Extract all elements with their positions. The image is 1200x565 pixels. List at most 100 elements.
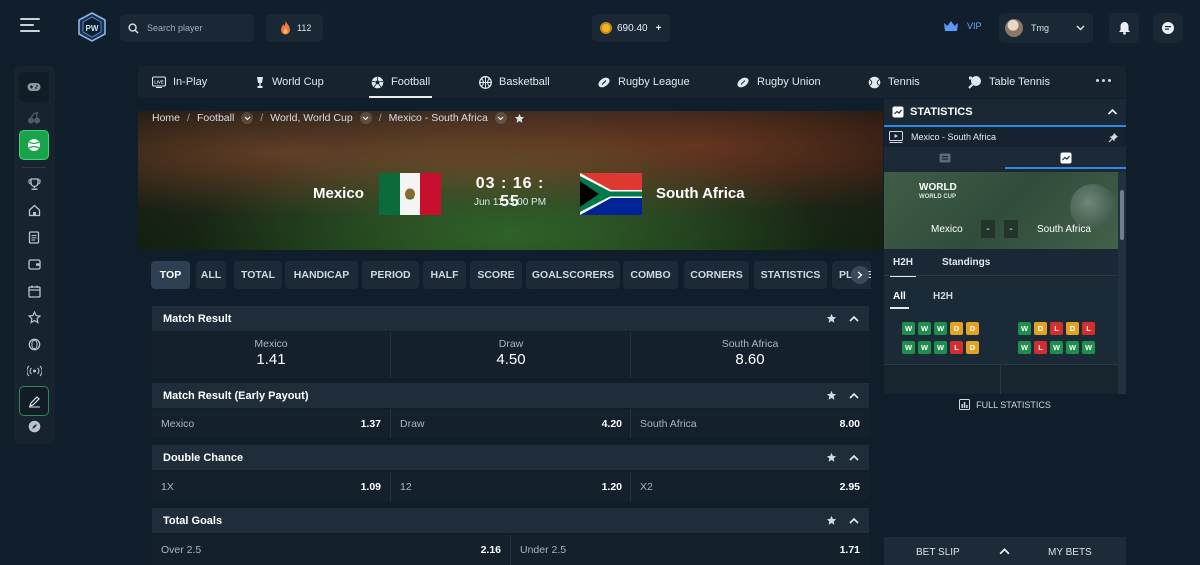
full-statistics-link[interactable]: FULL STATISTICS (884, 399, 1126, 410)
chevron-up-icon[interactable] (1107, 108, 1118, 115)
chevron-down-icon[interactable] (494, 112, 507, 124)
market-tab-top[interactable]: TOP (151, 261, 190, 289)
market-tab-half[interactable]: HALF (423, 261, 466, 289)
rail-favourites[interactable] (24, 307, 44, 327)
outcome-odds: 1.71 (839, 544, 860, 556)
odds-button[interactable]: Draw 4.20 (391, 409, 631, 438)
search-icon (128, 22, 139, 34)
sport-tab-rugby-league[interactable]: Rugby League (597, 66, 690, 98)
my-bets-button[interactable]: MY BETS (1048, 547, 1092, 558)
bet-slip-button[interactable]: BET SLIP (916, 547, 960, 558)
menu-icon[interactable] (20, 18, 40, 36)
market-title: Match Result (Early Payout) (163, 389, 309, 402)
search-box[interactable] (120, 14, 254, 42)
odds-button[interactable]: South Africa 8.60 (631, 332, 869, 378)
rail-trophy[interactable] (24, 174, 44, 194)
sport-tab-tennis[interactable]: Tennis (868, 66, 920, 98)
market-tab-all[interactable]: ALL (196, 261, 226, 289)
svg-text:LIVE: LIVE (154, 79, 164, 84)
market-tab-score[interactable]: SCORE (470, 261, 522, 289)
chevron-down-icon[interactable] (241, 112, 254, 124)
rail-explore[interactable] (24, 416, 44, 436)
chevron-up-icon[interactable] (999, 547, 1010, 555)
h2h-subtab-h2h[interactable]: H2H (933, 291, 953, 302)
more-sports-button[interactable] (1096, 79, 1111, 82)
stats-chart-icon (892, 106, 904, 118)
sport-tab-table-tennis[interactable]: Table Tennis (968, 66, 1050, 98)
market-tab-handicap[interactable]: HANDICAP (285, 261, 358, 289)
rail-home[interactable] (24, 200, 44, 220)
market-title: Total Goals (163, 514, 223, 527)
chevron-down-icon[interactable] (359, 112, 372, 124)
sport-tab-label: Tennis (888, 76, 920, 88)
sport-tab-rugby-union[interactable]: Rugby Union (736, 66, 821, 98)
market-tab-total[interactable]: TOTAL (234, 261, 282, 289)
rail-wallet[interactable] (24, 254, 44, 274)
user-menu[interactable]: Tmg (999, 13, 1093, 43)
deposit-button[interactable]: + (656, 23, 662, 34)
breadcrumb-sport[interactable]: Football (197, 112, 234, 124)
rewards-button[interactable]: 112 (266, 14, 323, 42)
odds-button[interactable]: Under 2.5 1.71 (511, 535, 869, 565)
sport-tab-world-cup[interactable]: World Cup (255, 66, 324, 98)
kickoff-time: Jun 11, 3:00 PM (473, 197, 547, 208)
market-header-total-goals[interactable]: Total Goals (152, 508, 869, 533)
notifications-button[interactable] (1109, 13, 1139, 43)
breadcrumb-league[interactable]: World, World Cup (270, 112, 352, 124)
chevron-up-icon[interactable] (849, 390, 859, 401)
odds-button[interactable]: Draw 4.50 (391, 332, 631, 378)
odds-button[interactable]: Mexico 1.37 (152, 409, 390, 438)
search-input[interactable] (147, 23, 247, 33)
scoreboard-view-tab[interactable] (884, 147, 1005, 169)
widget-scrollbar[interactable] (1118, 172, 1126, 394)
rail-sports[interactable] (19, 130, 49, 160)
odds-button[interactable]: 12 1.20 (391, 472, 631, 501)
market-tab-combo[interactable]: COMBO (623, 261, 678, 289)
sport-tab-in-play[interactable]: LIVE In-Play (152, 66, 207, 98)
tabs-scroll-right-button[interactable] (851, 266, 869, 284)
odds-button[interactable]: South Africa 8.00 (631, 409, 869, 438)
vip-link[interactable]: VIP (943, 20, 982, 32)
logo[interactable]: PW (78, 12, 106, 42)
outcome-name: Over 2.5 (161, 544, 202, 556)
widget-tab-h2h[interactable]: H2H (889, 257, 917, 278)
odds-button[interactable]: Mexico 1.41 (152, 332, 390, 378)
rail-live[interactable] (24, 361, 44, 381)
sport-tab-basketball[interactable]: Basketball (479, 66, 550, 98)
chevron-up-icon[interactable] (849, 515, 859, 526)
form-badge: D (966, 341, 979, 354)
odds-button[interactable]: Over 2.5 2.16 (152, 535, 510, 565)
breadcrumb-match[interactable]: Mexico - South Africa (389, 112, 488, 124)
rail-calendar[interactable] (24, 281, 44, 301)
market-tab-corners[interactable]: CORNERS (684, 261, 749, 289)
market-tab-goalscorers[interactable]: GOALSCORERS (526, 261, 620, 289)
chevron-up-icon[interactable] (849, 313, 859, 324)
star-icon[interactable] (826, 515, 837, 526)
rail-slots[interactable] (24, 108, 44, 128)
pin-icon[interactable] (1108, 132, 1119, 143)
odds-button[interactable]: 1X 1.09 (152, 472, 390, 501)
rail-casino[interactable] (19, 72, 49, 102)
market-header-match-result[interactable]: Match Result (152, 306, 869, 331)
odds-button[interactable]: X2 2.95 (631, 472, 869, 501)
chevron-up-icon[interactable] (849, 452, 859, 463)
star-icon[interactable] (826, 390, 837, 401)
sport-tab-football[interactable]: Football (368, 66, 433, 98)
wallet-balance[interactable]: 690.40 + (592, 14, 670, 42)
star-icon[interactable] (826, 313, 837, 324)
rail-edit[interactable] (19, 386, 49, 416)
market-tab-statistics[interactable]: STATISTICS (754, 261, 827, 289)
market-tab-period[interactable]: PERIOD (362, 261, 419, 289)
chat-button[interactable] (1153, 13, 1183, 43)
widget-tab-standings[interactable]: Standings (942, 257, 990, 268)
h2h-subtab-all[interactable]: All (890, 291, 909, 309)
statistics-header[interactable]: STATISTICS (884, 99, 1126, 127)
favourite-star-icon[interactable] (514, 113, 525, 124)
rail-promotions[interactable] (24, 334, 44, 354)
star-icon[interactable] (826, 452, 837, 463)
market-header-early-payout[interactable]: Match Result (Early Payout) (152, 383, 869, 408)
rail-bets-history[interactable] (24, 227, 44, 247)
stats-view-tab[interactable] (1005, 147, 1126, 169)
market-header-double-chance[interactable]: Double Chance (152, 445, 869, 470)
breadcrumb-home[interactable]: Home (152, 112, 180, 124)
